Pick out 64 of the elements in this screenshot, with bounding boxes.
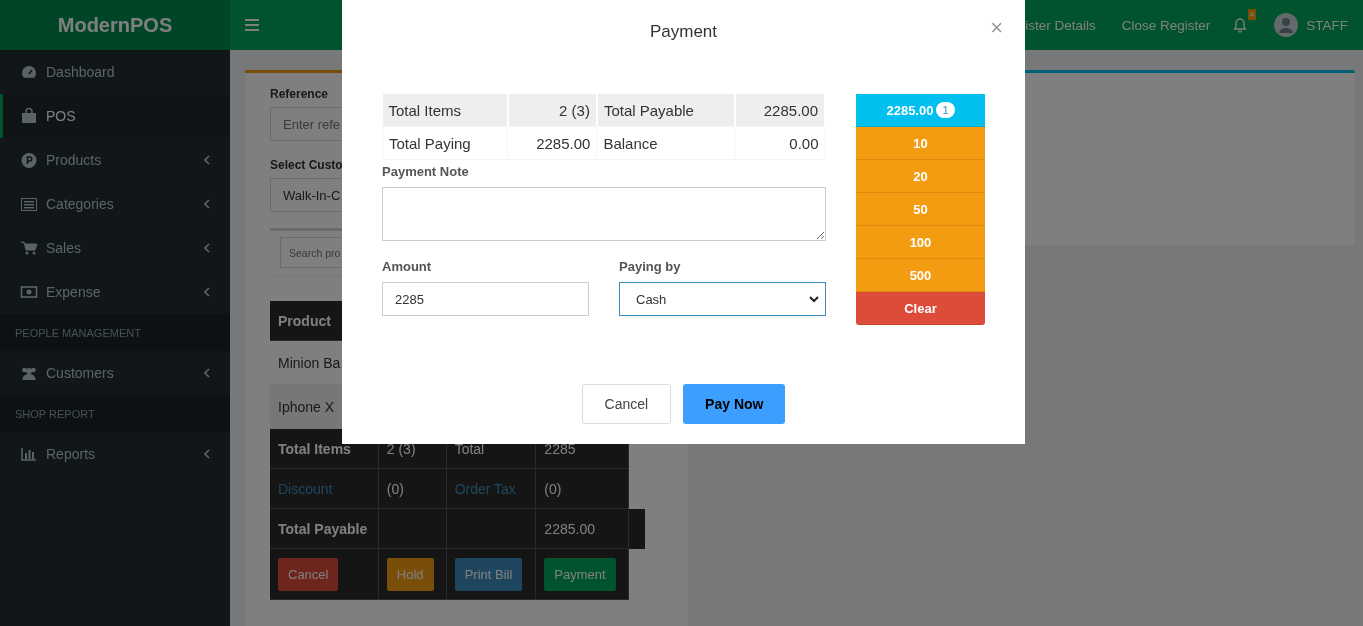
sidebar-item[interactable]: Sales: [0, 226, 230, 270]
amount-field[interactable]: 2285: [382, 282, 589, 316]
quick-cash-button[interactable]: 10: [856, 127, 985, 160]
brand-logo[interactable]: ModernPOS: [0, 0, 230, 50]
nav-link[interactable]: Close Register: [1121, 17, 1211, 33]
letter-p-icon: [20, 152, 38, 168]
table-cell: (0): [536, 469, 629, 509]
dialog-button[interactable]: Pay Now: [683, 384, 786, 424]
sidebar-item[interactable]: Dashboard: [0, 50, 230, 94]
action-button[interactable]: Print Bill: [454, 557, 523, 591]
payment-note-field[interactable]: [382, 187, 826, 241]
table-cell[interactable]: Order Tax: [446, 469, 537, 509]
bar-chart-icon: [20, 447, 38, 461]
user-name[interactable]: STAFF: [1306, 17, 1348, 33]
count-badge: 1: [936, 102, 955, 118]
field-label: Reference: [270, 87, 329, 101]
table-cell: (0): [378, 469, 447, 509]
close-button[interactable]: ×: [988, 16, 1005, 40]
sidebar-item[interactable]: Products: [0, 138, 230, 182]
field-label: Payment Note: [382, 164, 469, 179]
field-label: Paying by: [619, 259, 681, 274]
quick-cash-button[interactable]: 500: [856, 259, 985, 292]
list-icon: [20, 197, 38, 211]
table-cell: Total Items: [382, 94, 508, 127]
action-button[interactable]: Cancel: [278, 557, 339, 591]
quick-cash-button[interactable]: 50: [856, 193, 985, 226]
table-cell: 2 (3): [507, 94, 597, 127]
table-cell: 2285.00: [734, 94, 825, 127]
field-label: Select Custo: [270, 158, 343, 172]
table-cell: 2285.00: [507, 126, 597, 160]
notification-badge: 4: [1247, 9, 1257, 20]
field-label: Amount: [382, 259, 432, 274]
nav-link[interactable]: ister Details: [1025, 17, 1096, 33]
table-cell[interactable]: Discount: [270, 469, 379, 509]
table-cell: Total Paying: [382, 126, 508, 160]
quick-cash-button[interactable]: 2285.00 1: [856, 94, 985, 127]
dialog-title: Payment: [649, 22, 718, 42]
table-cell: Total Payable: [270, 509, 379, 549]
speedometer-icon: [20, 65, 38, 79]
bell-icon[interactable]: [1232, 17, 1249, 33]
action-button[interactable]: Payment: [544, 557, 616, 591]
table-cell: 2285.00: [536, 509, 629, 549]
paying-by-select[interactable]: Cash: [619, 282, 826, 316]
sidebar-section-header: SHOP REPORT: [0, 395, 230, 432]
sidebar-item[interactable]: Customers: [0, 351, 230, 395]
table-cell: Total Payable: [596, 94, 735, 127]
banknote-icon: [20, 286, 38, 298]
dialog-button[interactable]: Cancel: [581, 384, 672, 424]
action-button[interactable]: Hold: [386, 557, 434, 591]
shopping-bag-icon: [20, 108, 38, 124]
sidebar-item[interactable]: Categories: [0, 182, 230, 226]
users-icon: [20, 366, 38, 380]
quick-cash-button[interactable]: 100: [856, 226, 985, 259]
table-cell: 0.00: [734, 126, 825, 160]
cart-icon: [20, 241, 38, 255]
menu-icon[interactable]: [245, 19, 259, 31]
user-avatar-icon[interactable]: [1274, 13, 1299, 37]
sidebar-item[interactable]: Expense: [0, 270, 230, 314]
quick-cash-button[interactable]: Clear: [856, 292, 985, 325]
table-cell: Balance: [596, 126, 735, 160]
sidebar-item[interactable]: Reports: [0, 432, 230, 476]
quick-cash-button[interactable]: 20: [856, 160, 985, 193]
chevron-down-icon: [809, 295, 819, 303]
sidebar-section-header: PEOPLE MANAGEMENT: [0, 314, 230, 351]
